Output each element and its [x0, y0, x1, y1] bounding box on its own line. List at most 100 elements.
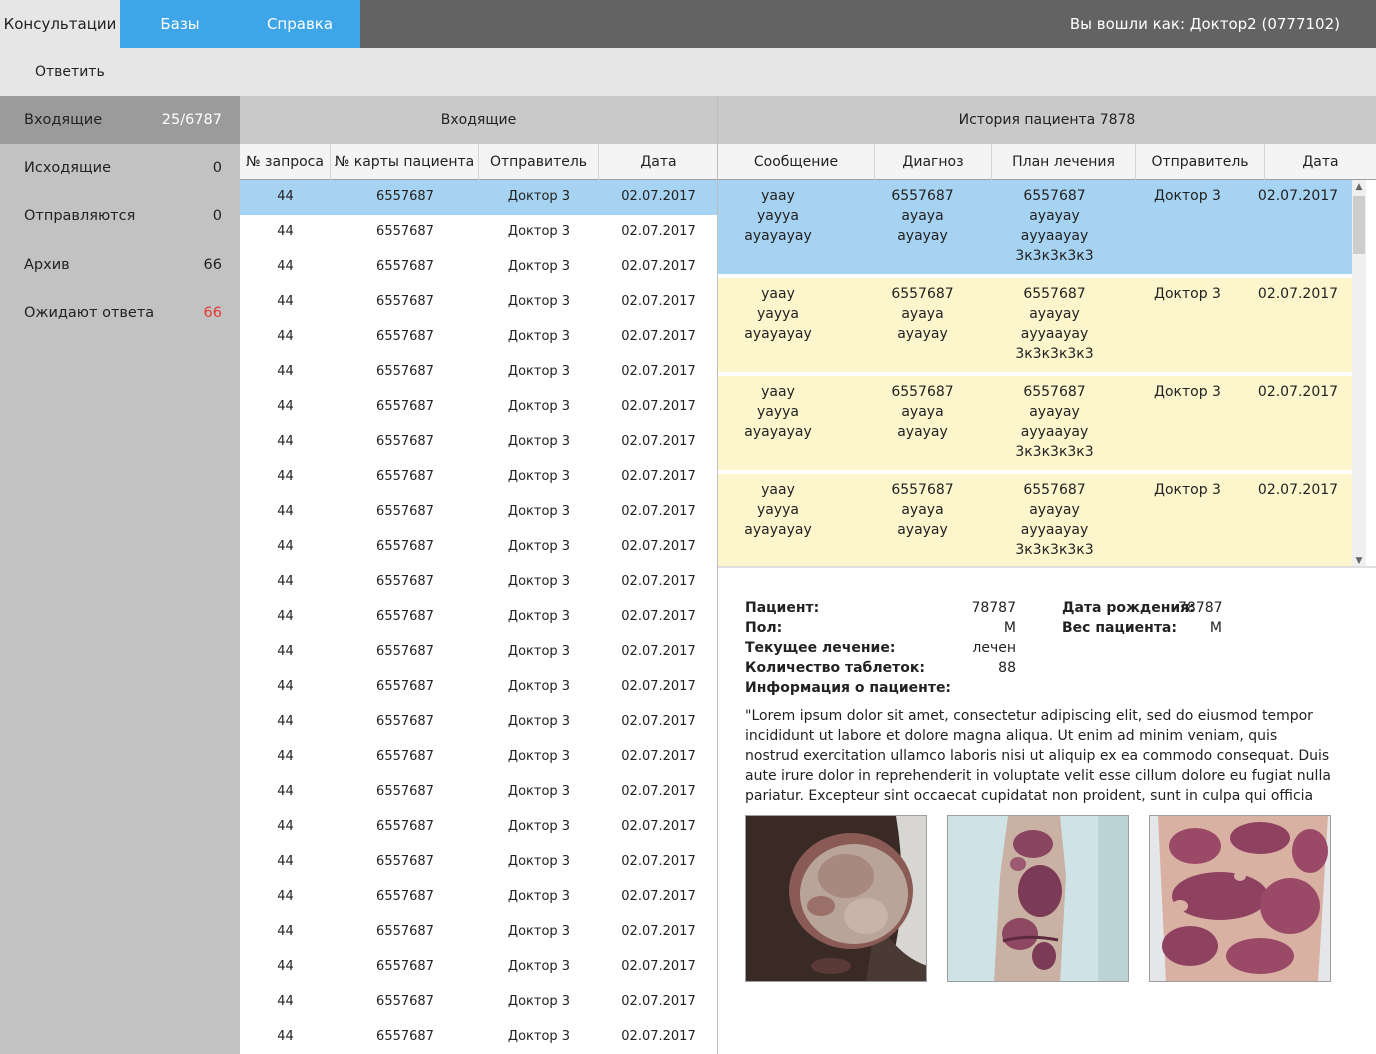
history-cell-line: 6557687: [891, 286, 954, 302]
history-cell-line: ayyaayay: [1020, 326, 1089, 342]
reply-button[interactable]: Ответить: [35, 48, 105, 96]
table-cell-date: 02.07.2017: [621, 504, 696, 519]
table-cell-date: 02.07.2017: [621, 574, 696, 589]
table-cell-card: 6557687: [376, 399, 434, 414]
history-cell-line: yayya: [756, 404, 799, 420]
table-row[interactable]: 44 6557687 Доктор 3 02.07.2017: [240, 250, 717, 285]
table-row[interactable]: 44 6557687 Доктор 3 02.07.2017: [240, 180, 717, 215]
sidebar-item-sending[interactable]: Отправляются 0: [0, 192, 240, 240]
table-cell-sender: Доктор 3: [507, 644, 571, 659]
table-row[interactable]: 44 6557687 Доктор 3 02.07.2017: [240, 495, 717, 530]
column-header-message[interactable]: Сообщение: [718, 144, 875, 180]
sidebar-item-awaiting-reply[interactable]: Ожидают ответа 66: [0, 289, 240, 337]
sidebar: Входящие 25/6787 Исходящие 0 Отправляютс…: [0, 96, 240, 1054]
column-header-treatment-plan[interactable]: План лечения: [992, 144, 1136, 180]
table-row[interactable]: 44 6557687 Доктор 3 02.07.2017: [240, 845, 717, 880]
patient-value: 78787: [971, 600, 1016, 616]
table-row[interactable]: 44 6557687 Доктор 3 02.07.2017: [240, 880, 717, 915]
tab-help[interactable]: Справка: [240, 0, 360, 48]
sidebar-item-outbox[interactable]: Исходящие 0: [0, 144, 240, 192]
table-cell-card: 6557687: [376, 434, 434, 449]
history-row[interactable]: yaay yayya ayayayay 6557687 ayaya ayayay 65576…: [718, 474, 1352, 568]
column-header-request[interactable]: № запроса: [240, 144, 331, 180]
history-row[interactable]: yaay yayya ayayayay 6557687 ayaya ayayay 65576…: [718, 376, 1352, 470]
history-row[interactable]: yaay yayya ayayayay 6557687 ayaya ayayay 65576…: [718, 278, 1352, 372]
current-treatment-value: лечен: [972, 640, 1016, 656]
table-row[interactable]: 44 6557687 Доктор 3 02.07.2017: [240, 810, 717, 845]
history-row[interactable]: yaay yayya ayayayay 6557687 ayaya ayayay 65576…: [718, 180, 1352, 274]
history-cell-line: yaay: [761, 188, 795, 204]
history-cell-line: ayayayay: [744, 424, 812, 440]
table-cell-req: 44: [277, 679, 294, 694]
table-row[interactable]: 44 6557687 Доктор 3 02.07.2017: [240, 705, 717, 740]
table-cell-card: 6557687: [376, 889, 434, 904]
sidebar-item-inbox[interactable]: Входящие 25/6787: [0, 96, 240, 144]
history-cell-sender: Доктор 3: [1154, 482, 1221, 498]
table-cell-card: 6557687: [376, 189, 434, 204]
tab-consultations[interactable]: Консультации: [0, 0, 120, 48]
history-cell-line: ayayay: [1029, 502, 1080, 518]
history-cell-line: ayayay: [1029, 404, 1080, 420]
lesion-photo[interactable]: [745, 815, 927, 982]
table-cell-date: 02.07.2017: [621, 959, 696, 974]
table-row[interactable]: 44 6557687 Доктор 3 02.07.2017: [240, 390, 717, 425]
table-row[interactable]: 44 6557687 Доктор 3 02.07.2017: [240, 1020, 717, 1054]
table-row[interactable]: 44 6557687 Доктор 3 02.07.2017: [240, 355, 717, 390]
table-cell-card: 6557687: [376, 1029, 434, 1044]
table-row[interactable]: 44 6557687 Доктор 3 02.07.2017: [240, 950, 717, 985]
table-row[interactable]: 44 6557687 Доктор 3 02.07.2017: [240, 320, 717, 355]
table-cell-card: 6557687: [376, 679, 434, 694]
table-row[interactable]: 44 6557687 Доктор 3 02.07.2017: [240, 775, 717, 810]
sidebar-item-archive[interactable]: Архив 66: [0, 241, 240, 289]
history-cell-line: ayaya: [901, 208, 944, 224]
table-row[interactable]: 44 6557687 Доктор 3 02.07.2017: [240, 530, 717, 565]
table-row[interactable]: 44 6557687 Доктор 3 02.07.2017: [240, 985, 717, 1020]
column-header-date[interactable]: Дата: [1265, 144, 1376, 180]
table-cell-date: 02.07.2017: [621, 1029, 696, 1044]
scrollbar-thumb[interactable]: [1353, 196, 1365, 254]
table-row[interactable]: 44 6557687 Доктор 3 02.07.2017: [240, 740, 717, 775]
column-header-sender[interactable]: Отправитель: [1136, 144, 1265, 180]
birth-date-value: 78787: [1178, 600, 1223, 616]
inbox-panel: Входящие № запроса № карты пациента Отпр…: [240, 96, 718, 1054]
inbox-column-headers: № запроса № карты пациента Отправитель Д…: [240, 144, 717, 180]
lesion-photo[interactable]: [1149, 815, 1331, 982]
table-row[interactable]: 44 6557687 Доктор 3 02.07.2017: [240, 915, 717, 950]
table-cell-card: 6557687: [376, 259, 434, 274]
table-row[interactable]: 44 6557687 Доктор 3 02.07.2017: [240, 635, 717, 670]
table-row[interactable]: 44 6557687 Доктор 3 02.07.2017: [240, 600, 717, 635]
table-row[interactable]: 44 6557687 Доктор 3 02.07.2017: [240, 565, 717, 600]
history-cell-line: 6557687: [891, 188, 954, 204]
history-cell-line: 3к3к3к3к3: [1015, 542, 1094, 558]
table-row[interactable]: 44 6557687 Доктор 3 02.07.2017: [240, 425, 717, 460]
table-cell-sender: Доктор 3: [507, 504, 571, 519]
table-row[interactable]: 44 6557687 Доктор 3 02.07.2017: [240, 215, 717, 250]
lesion-photo[interactable]: [947, 815, 1129, 982]
tab-bases[interactable]: Базы: [120, 0, 240, 48]
table-cell-sender: Доктор 3: [507, 434, 571, 449]
sidebar-item-count: 66: [203, 257, 222, 273]
history-panel: История пациента 7878 Сообщение Диагноз …: [718, 96, 1376, 568]
table-cell-req: 44: [277, 329, 294, 344]
column-header-card[interactable]: № карты пациента: [331, 144, 479, 180]
table-cell-card: 6557687: [376, 959, 434, 974]
table-cell-sender: Доктор 3: [507, 714, 571, 729]
table-cell-sender: Доктор 3: [507, 294, 571, 309]
table-cell-req: 44: [277, 259, 294, 274]
chevron-up-icon[interactable]: ▲: [1352, 180, 1366, 194]
history-cell-msg: yaay yayya ayayayay: [718, 186, 838, 246]
table-row[interactable]: 44 6557687 Доктор 3 02.07.2017: [240, 285, 717, 320]
column-header-date[interactable]: Дата: [599, 144, 717, 180]
inbox-title: Входящие: [240, 96, 717, 144]
history-scrollbar[interactable]: ▲ ▼: [1352, 180, 1366, 568]
history-cell-diag: 6557687 ayaya ayayay: [875, 480, 970, 540]
column-header-sender[interactable]: Отправитель: [479, 144, 599, 180]
table-cell-req: 44: [277, 749, 294, 764]
table-row[interactable]: 44 6557687 Доктор 3 02.07.2017: [240, 670, 717, 705]
table-cell-sender: Доктор 3: [507, 189, 571, 204]
table-row[interactable]: 44 6557687 Доктор 3 02.07.2017: [240, 460, 717, 495]
column-header-diagnosis[interactable]: Диагноз: [875, 144, 992, 180]
history-cell-diag: 6557687 ayaya ayayay: [875, 284, 970, 344]
table-cell-sender: Доктор 3: [507, 1029, 571, 1044]
patient-details: Пациент: 78787 Пол: М Текущее лечение: л…: [718, 568, 1376, 1054]
